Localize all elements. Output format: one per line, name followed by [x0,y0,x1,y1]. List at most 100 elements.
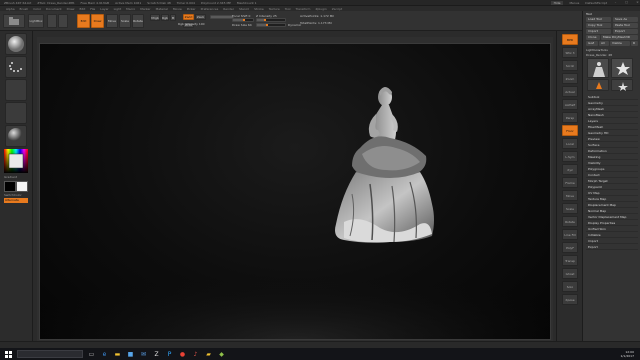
right-shelf-frame-button[interactable]: Frame [562,177,578,188]
menu-layer[interactable]: Layer [100,7,108,11]
photoshop-icon[interactable]: P [165,350,174,359]
right-shelf-move-button[interactable]: Move [562,190,578,201]
tray-menu-masking[interactable]: Masking [586,155,638,160]
rgb-button[interactable]: Rgb [161,14,169,21]
system-clock[interactable]: 12:00 1/1/2017 [621,350,634,358]
menu-stroke[interactable]: Stroke [254,7,264,11]
tool-thumbnail-dress[interactable] [587,58,609,78]
right-shelf-scale-button[interactable]: Scale [562,203,578,214]
tray-menu-contact[interactable]: Contact [586,173,638,178]
right-shelf-xpose-button[interactable]: Xpose [562,294,578,305]
make-polymesh-button[interactable]: Make PolyMesh3D [601,35,638,40]
menu-document[interactable]: Document [46,7,62,11]
texture-off-button[interactable] [5,102,27,124]
document-canvas[interactable] [39,43,551,340]
chrome-icon[interactable]: ● [178,350,187,359]
import-button[interactable]: Import [586,29,611,34]
live-boolean-button[interactable] [47,14,57,28]
right-shelf-bpr-button[interactable]: BPR [562,34,578,45]
tray-menu-normal-map[interactable]: Normal Map [586,209,638,214]
right-shelf-rotate-button[interactable]: Rotate [562,216,578,227]
tray-menu-geometry-hd[interactable]: Geometry HD [586,131,638,136]
color-picker[interactable] [4,149,28,173]
tray-menu-subtool[interactable]: Subtool [586,95,638,100]
tray-menu-unified-skin[interactable]: Unified Skin [586,227,638,232]
close-icon[interactable]: × [635,0,640,5]
zbrush-icon[interactable]: Z [152,350,161,359]
right-shelf-polyf-button[interactable]: PolyF [562,242,578,253]
tray-menu-geometry[interactable]: Geometry [586,101,638,106]
tray-menu-visibility[interactable]: Visibility [586,161,638,166]
switch-color-label[interactable]: SwitchColor [4,193,22,197]
app-icon[interactable]: ◆ [217,350,226,359]
music-icon[interactable]: ♪ [191,350,200,359]
zadd-button[interactable]: Zadd [183,14,194,20]
draw-button[interactable]: Draw [91,14,104,28]
lightbox-tools-label[interactable]: Lightbox▸Tools [586,48,608,52]
menus-button[interactable]: Menus [569,1,579,5]
right-shelf-persp-button[interactable]: Persp [562,112,578,123]
right-shelf-line-fill-button[interactable]: Line Fill [562,229,578,240]
menu-texture[interactable]: Texture [269,7,280,11]
right-shelf-spix-3-button[interactable]: SPix 3 [562,47,578,58]
windows-icon[interactable] [4,350,13,359]
secondary-color-swatch[interactable] [4,181,16,192]
menu-marker[interactable]: Marker [140,7,150,11]
right-shelf-l-sym-button[interactable]: L.Sym [562,151,578,162]
menu-stencil[interactable]: Stencil [239,7,249,11]
tray-menu-morph-target[interactable]: Morph Target [586,179,638,184]
tray-header[interactable]: Tool [586,12,592,16]
spotlight-button[interactable] [58,14,68,28]
right-shelf-transp-button[interactable]: Transp [562,255,578,266]
mrgb-button[interactable]: Mrgb [150,14,160,21]
search-input[interactable] [17,350,83,358]
export-button[interactable]: Export [613,29,638,34]
tray-menu-arraymesh[interactable]: ArrayMesh [586,107,638,112]
menu-color[interactable]: Color [33,7,41,11]
menu-material[interactable]: Material [156,7,168,11]
store-icon[interactable]: ■ [126,350,135,359]
rgb-intensity-slider[interactable] [210,15,234,19]
menu-preferences[interactable]: Preferences [201,7,219,11]
paste-tool-button[interactable]: Paste Tool [613,23,638,28]
task-view-icon[interactable]: ▭ [87,350,96,359]
menu-file[interactable]: File [90,7,95,11]
right-shelf-xyz-button[interactable]: Xyz [562,164,578,175]
main-color-swatch[interactable] [16,181,28,192]
focal-shift-slider[interactable] [232,18,254,22]
tray-menu-uv-map[interactable]: UV Map [586,191,638,196]
tray-menu-initialize[interactable]: Initialize [586,233,638,238]
tray-menu-import[interactable]: Import [586,239,638,244]
menu-transform[interactable]: Transform [296,7,311,11]
all-button[interactable]: All [599,41,609,46]
clone-button[interactable]: Clone [586,35,600,40]
right-shelf-solo-button[interactable]: Solo [562,281,578,292]
menu-movie[interactable]: Movie [173,7,182,11]
alternate-button[interactable]: Alternate [4,198,28,203]
visible-button[interactable]: Visible [610,41,630,46]
tray-menu-displacement-map[interactable]: Displacement Map [586,203,638,208]
right-shelf-local-button[interactable]: Local [562,138,578,149]
draw-size-slider[interactable] [256,23,286,27]
menu-tool[interactable]: Tool [285,7,291,11]
menu-zscript[interactable]: Zscript [332,7,342,11]
explorer-icon[interactable]: ▬ [113,350,122,359]
brush-standard-button[interactable] [5,33,27,55]
tray-menu-layers[interactable]: Layers [586,119,638,124]
edit-button[interactable]: Edit [77,14,90,28]
tray-menu-vector-displacement-map[interactable]: Vector Displacement Map [586,215,638,220]
right-shelf-scroll-button[interactable]: Scroll [562,60,578,71]
tray-menu-deformation[interactable]: Deformation [586,149,638,154]
tool-thumbnail-star[interactable] [611,58,633,78]
default-zscript-button[interactable]: DefaultZScript [585,1,607,5]
tool-thumbnail-polymesh[interactable] [611,79,633,91]
save-as-button[interactable]: Save As [613,17,638,22]
projects-button[interactable] [3,14,25,28]
menu-light[interactable]: Light [114,7,122,11]
scale-button[interactable]: Scale [119,14,131,28]
right-shelf-aahalf-button[interactable]: AAHalf [562,99,578,110]
edge-icon[interactable]: e [100,350,109,359]
menu-zplugin[interactable]: Zplugin [315,7,326,11]
minimize-icon[interactable]: – [613,0,618,5]
stroke-dragrect-button[interactable] [5,56,27,78]
